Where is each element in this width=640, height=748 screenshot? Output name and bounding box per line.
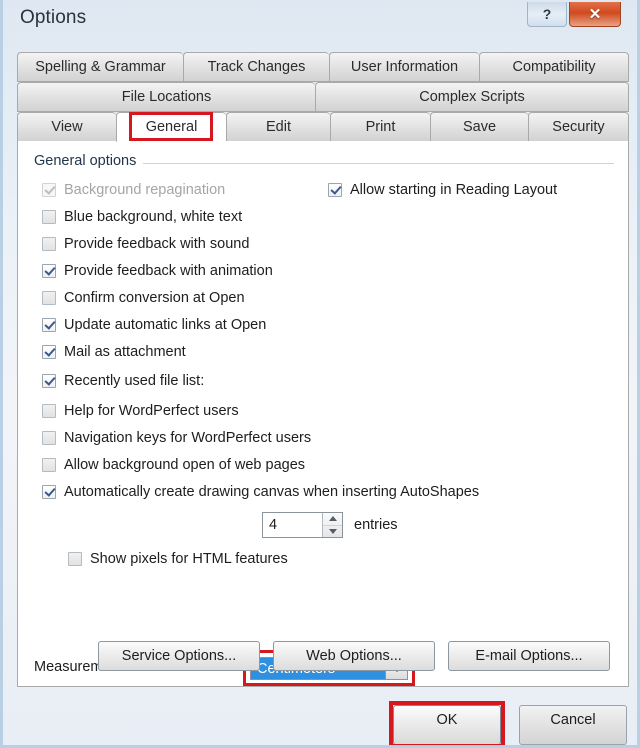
checkbox-icon [42,264,56,278]
checkbox-label: Help for WordPerfect users [64,403,239,419]
stepper-up-button[interactable] [323,513,342,526]
checkbox-icon [42,404,56,418]
general-options-panel: General options Background repagination … [17,141,629,687]
group-title: General options [34,153,144,169]
checkbox-label: Blue background, white text [64,209,243,225]
checkbox-icon [42,431,56,445]
checkbox-label: Update automatic links at Open [64,317,267,333]
checkbox-feedback-sound[interactable]: Provide feedback with sound [42,236,249,252]
tab-user-information[interactable]: User Information [329,52,479,82]
checkbox-allow-background-open[interactable]: Allow background open of web pages [42,457,305,473]
title-bar: Options ? ✕ [3,0,637,46]
tab-spelling-grammar[interactable]: Spelling & Grammar [17,52,183,82]
checkbox-label: Automatically create drawing canvas when… [64,484,480,500]
checkbox-icon [42,210,56,224]
checkbox-label: Provide feedback with animation [64,263,273,279]
arrow-down-icon [328,528,337,534]
checkbox-icon [42,318,56,332]
checkbox-label: Mail as attachment [64,344,186,360]
tab-general[interactable]: General [116,112,226,142]
tab-row-3: View General Edit Print Save Security [17,112,629,142]
tab-view[interactable]: View [17,112,116,142]
entries-label: entries [354,517,398,533]
checkbox-icon [328,183,342,197]
ok-button[interactable]: OK [393,705,501,745]
web-options-button[interactable]: Web Options... [273,641,435,671]
checkbox-label: Provide feedback with sound [64,236,250,252]
recent-files-value[interactable]: 4 [263,513,322,537]
options-dialog-window: Options ? ✕ Spelling & Grammar Track Cha… [0,0,640,748]
checkbox-mail-as-attachment[interactable]: Mail as attachment [42,344,186,360]
stepper-down-button[interactable] [323,526,342,538]
window-title: Options [20,7,87,28]
checkbox-update-automatic-links[interactable]: Update automatic links at Open [42,317,266,333]
checkbox-label: Background repagination [64,182,226,198]
tab-security[interactable]: Security [528,112,629,142]
arrow-up-icon [328,516,337,522]
tab-track-changes[interactable]: Track Changes [183,52,329,82]
tab-strip: Spelling & Grammar Track Changes User In… [17,52,629,142]
checkbox-recently-used-file-list[interactable]: Recently used file list: [42,373,204,389]
checkbox-label: Show pixels for HTML features [90,551,288,567]
checkbox-icon [42,237,56,251]
checkbox-icon [42,374,56,388]
checkbox-navigation-keys-wordperfect[interactable]: Navigation keys for WordPerfect users [42,430,311,446]
tab-save[interactable]: Save [430,112,528,142]
checkbox-label: Recently used file list: [64,373,205,389]
checkbox-auto-drawing-canvas[interactable]: Automatically create drawing canvas when… [42,484,479,500]
checkbox-label: Allow starting in Reading Layout [350,182,558,198]
tab-file-locations[interactable]: File Locations [17,82,315,112]
checkbox-confirm-conversion[interactable]: Confirm conversion at Open [42,290,245,306]
tab-row-2: File Locations Complex Scripts [17,82,629,112]
tab-edit[interactable]: Edit [226,112,330,142]
tab-compatibility[interactable]: Compatibility [479,52,629,82]
checkbox-blue-background[interactable]: Blue background, white text [42,209,242,225]
checkbox-icon [42,485,56,499]
checkbox-feedback-animation[interactable]: Provide feedback with animation [42,263,273,279]
checkbox-icon [42,183,56,197]
checkbox-icon [68,552,82,566]
recent-files-stepper[interactable]: 4 [262,512,343,538]
checkbox-icon [42,345,56,359]
close-icon[interactable]: ✕ [569,2,621,27]
checkbox-background-repagination[interactable]: Background repagination [42,182,225,198]
service-options-button[interactable]: Service Options... [98,641,260,671]
tab-print[interactable]: Print [330,112,430,142]
checkbox-allow-reading-layout[interactable]: Allow starting in Reading Layout [328,182,557,198]
tab-complex-scripts[interactable]: Complex Scripts [315,82,629,112]
tab-row-1: Spelling & Grammar Track Changes User In… [17,52,629,82]
checkbox-label: Navigation keys for WordPerfect users [64,430,312,446]
cancel-button[interactable]: Cancel [519,705,627,745]
email-options-button[interactable]: E-mail Options... [448,641,610,671]
stepper-buttons [322,513,342,537]
checkbox-icon [42,291,56,305]
checkbox-label: Allow background open of web pages [64,457,306,473]
checkbox-icon [42,458,56,472]
checkbox-help-wordperfect[interactable]: Help for WordPerfect users [42,403,239,419]
help-icon[interactable]: ? [527,2,567,27]
checkbox-label: Confirm conversion at Open [64,290,245,306]
checkbox-show-pixels-html[interactable]: Show pixels for HTML features [68,551,288,567]
